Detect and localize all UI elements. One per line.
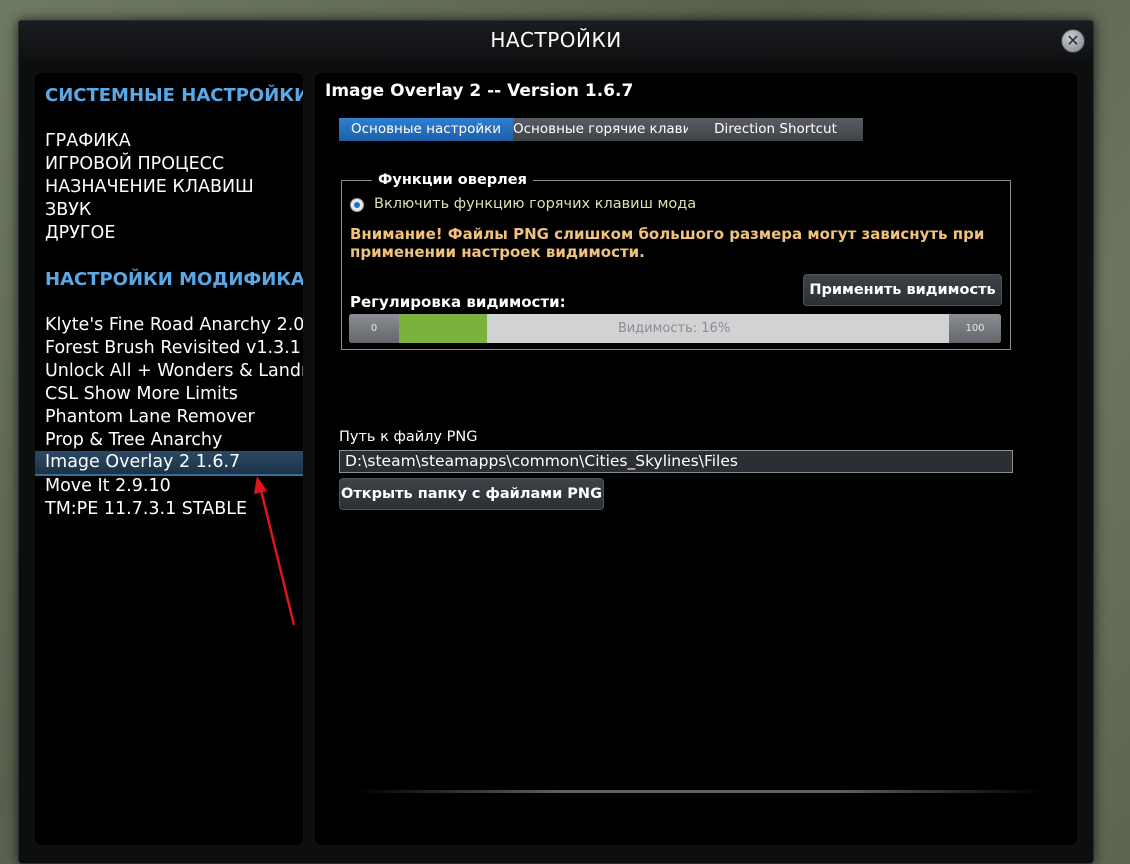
sidebar-item-sound[interactable]: ЗВУК bbox=[45, 199, 91, 222]
overlay-functions-group: Функции оверлея Включить функцию горячих… bbox=[341, 172, 1011, 350]
window-titlebar: НАСТРОЙКИ bbox=[19, 21, 1093, 61]
sidebar-mod-item[interactable]: Klyte's Fine Road Anarchy 2.0.3 bbox=[35, 314, 303, 337]
sidebar-item-gameplay[interactable]: ИГРОВОЙ ПРОЦЕСС bbox=[45, 153, 224, 176]
visibility-slider[interactable]: Видимость: 16% 0 100 bbox=[349, 314, 1001, 343]
hotkeys-radio-label[interactable]: Включить функцию горячих клавиш мода bbox=[374, 196, 696, 212]
warning-text: Внимание! Файлы PNG слишком большого раз… bbox=[350, 225, 985, 261]
mod-settings-header: НАСТРОЙКИ МОДИФИКАЦИЙ bbox=[45, 269, 303, 290]
sidebar-item-misc[interactable]: ДРУГОЕ bbox=[45, 222, 115, 245]
system-settings-header: СИСТЕМНЫЕ НАСТРОЙКИ bbox=[45, 85, 303, 106]
png-path-input[interactable]: D:\steam\steamapps\common\Cities_Skyline… bbox=[339, 450, 1013, 473]
open-png-folder-button[interactable]: Открыть папку с файлами PNG bbox=[339, 478, 604, 510]
slider-min-label: 0 bbox=[349, 314, 399, 343]
png-path-label: Путь к файлу PNG bbox=[339, 429, 478, 445]
tab-general-settings[interactable]: Основные настройки bbox=[339, 118, 513, 141]
sidebar-mod-item[interactable]: Forest Brush Revisited v1.3.1 bbox=[35, 337, 303, 360]
apply-visibility-button[interactable]: Применить видимость bbox=[803, 274, 1002, 306]
window-title: НАСТРОЙКИ bbox=[490, 28, 622, 52]
tab-hotkeys[interactable]: Основные горячие клавиши bbox=[513, 118, 688, 141]
sidebar-item-keymapping[interactable]: НАЗНАЧЕНИЕ КЛАВИШ bbox=[45, 176, 254, 199]
sidebar-item-graphics[interactable]: ГРАФИКА bbox=[45, 130, 131, 153]
slider-max-label: 100 bbox=[949, 314, 1001, 343]
divider bbox=[355, 790, 1045, 793]
sidebar-mod-item[interactable]: Prop & Tree Anarchy bbox=[35, 429, 303, 452]
sidebar-mod-item[interactable]: Phantom Lane Remover bbox=[35, 406, 303, 429]
sidebar-mod-item[interactable]: Move It 2.9.10 bbox=[35, 475, 303, 498]
slider-value-text: Видимость: 16% bbox=[617, 321, 731, 336]
sidebar-mod-item[interactable]: CSL Show More Limits bbox=[35, 383, 303, 406]
visibility-label: Регулировка видимости: bbox=[350, 293, 566, 311]
group-legend: Функции оверлея bbox=[372, 172, 533, 188]
sidebar-mod-item[interactable]: TM:PE 11.7.3.1 STABLE bbox=[35, 498, 303, 521]
sidebar-mod-item-selected[interactable]: Image Overlay 2 1.6.7 bbox=[35, 451, 303, 476]
hotkeys-radio[interactable] bbox=[350, 198, 364, 212]
tab-direction-shortcut[interactable]: Direction Shortcut bbox=[688, 118, 863, 141]
settings-window: НАСТРОЙКИ ✕ СИСТЕМНЫЕ НАСТРОЙКИ ГРАФИКА … bbox=[18, 20, 1094, 864]
mod-title: Image Overlay 2 -- Version 1.6.7 bbox=[325, 81, 634, 101]
close-icon[interactable]: ✕ bbox=[1061, 29, 1085, 53]
mod-settings-panel: Image Overlay 2 -- Version 1.6.7 Основны… bbox=[315, 73, 1077, 845]
sidebar: СИСТЕМНЫЕ НАСТРОЙКИ ГРАФИКА ИГРОВОЙ ПРОЦ… bbox=[35, 73, 303, 845]
sidebar-mod-item[interactable]: Unlock All + Wonders & Landmarks bbox=[35, 360, 303, 383]
radio-selected-dot bbox=[354, 202, 360, 208]
